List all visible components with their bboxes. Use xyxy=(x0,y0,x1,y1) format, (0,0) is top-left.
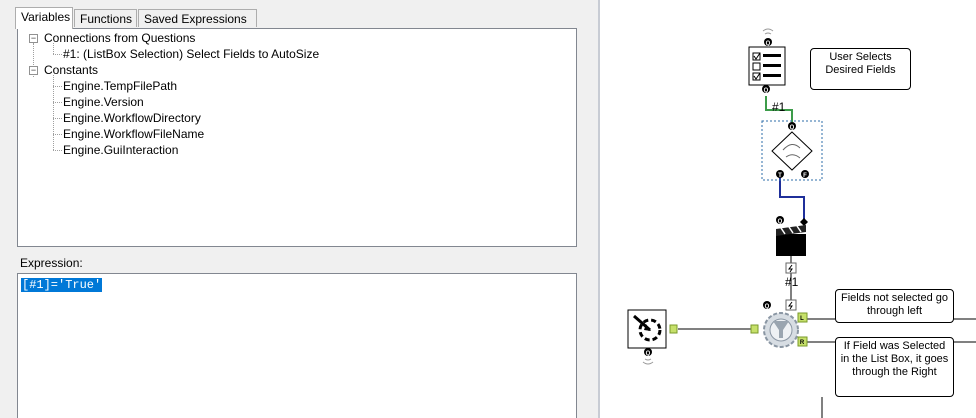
tree-guide-line xyxy=(53,118,62,119)
comment-user-selects[interactable]: User Selects Desired Fields xyxy=(810,48,911,90)
anchor-t: T xyxy=(778,173,782,179)
anchor-f: F xyxy=(803,173,807,179)
tree-guide-line xyxy=(53,102,62,103)
comment-text: Fields not selected go through left xyxy=(840,292,948,317)
comment-selected[interactable]: If Field was Selected in the List Box, i… xyxy=(835,337,954,397)
tree-node-constants[interactable]: Constants xyxy=(44,63,98,77)
workflow-canvas[interactable]: Q Q Q T F Q Q Q L R #1 #1 User Selects D… xyxy=(600,0,976,418)
comment-not-selected[interactable]: Fields not selected go through left xyxy=(835,289,954,323)
input-tool-icon[interactable] xyxy=(627,309,678,365)
anchor-q: Q xyxy=(646,351,651,357)
comment-text: If Field was Selected in the List Box, i… xyxy=(840,340,949,378)
tree-node-constant[interactable]: Engine.Version xyxy=(63,95,144,109)
anchor-r: R xyxy=(800,340,805,346)
tree-guide-line xyxy=(53,150,62,151)
expression-label: Expression: xyxy=(20,256,83,270)
tab-functions[interactable]: Functions xyxy=(74,9,137,27)
tree-guide-line xyxy=(53,86,62,87)
tree-guide-line xyxy=(53,54,62,55)
connection-label: #1 xyxy=(785,275,799,289)
anchor-q: Q xyxy=(765,304,770,310)
anchor-q: Q xyxy=(778,219,783,225)
expression-text[interactable]: [#1]='True' xyxy=(21,278,103,292)
tree-node-constant[interactable]: Engine.WorkflowDirectory xyxy=(63,111,201,125)
tree-node-constant[interactable]: Engine.GuiInteraction xyxy=(63,143,178,157)
collapse-icon[interactable]: − xyxy=(29,66,38,75)
tree-node-connection-item[interactable]: #1: (ListBox Selection) Select Fields to… xyxy=(63,47,319,61)
tab-variables[interactable]: Variables xyxy=(15,7,73,29)
comment-text: User Selects Desired Fields xyxy=(825,51,896,76)
tree-node-connections[interactable]: Connections from Questions xyxy=(44,31,195,45)
anchor-l: L xyxy=(800,316,804,322)
expression-editor-panel: Variables Functions Saved Expressions − … xyxy=(0,0,598,418)
anchor-q: Q xyxy=(764,88,769,94)
collapse-icon[interactable]: − xyxy=(29,34,38,43)
anchor-q: Q xyxy=(790,125,795,131)
tree-guide-line xyxy=(53,134,62,135)
tree-node-constant[interactable]: Engine.TempFilePath xyxy=(63,79,177,93)
listbox-tool-icon[interactable]: Q xyxy=(748,28,786,93)
expression-editor[interactable]: [#1]='True' xyxy=(17,273,577,418)
svg-text:Q: Q xyxy=(766,41,771,47)
tree-node-constant[interactable]: Engine.WorkflowFileName xyxy=(63,127,204,141)
connection-label: #1 xyxy=(772,100,786,114)
tab-saved-expressions[interactable]: Saved Expressions xyxy=(138,9,257,27)
filter-tool-icon[interactable] xyxy=(750,299,808,348)
blue-connection xyxy=(779,178,805,220)
variables-tree[interactable]: − Connections from Questions #1: (ListBo… xyxy=(17,28,577,247)
